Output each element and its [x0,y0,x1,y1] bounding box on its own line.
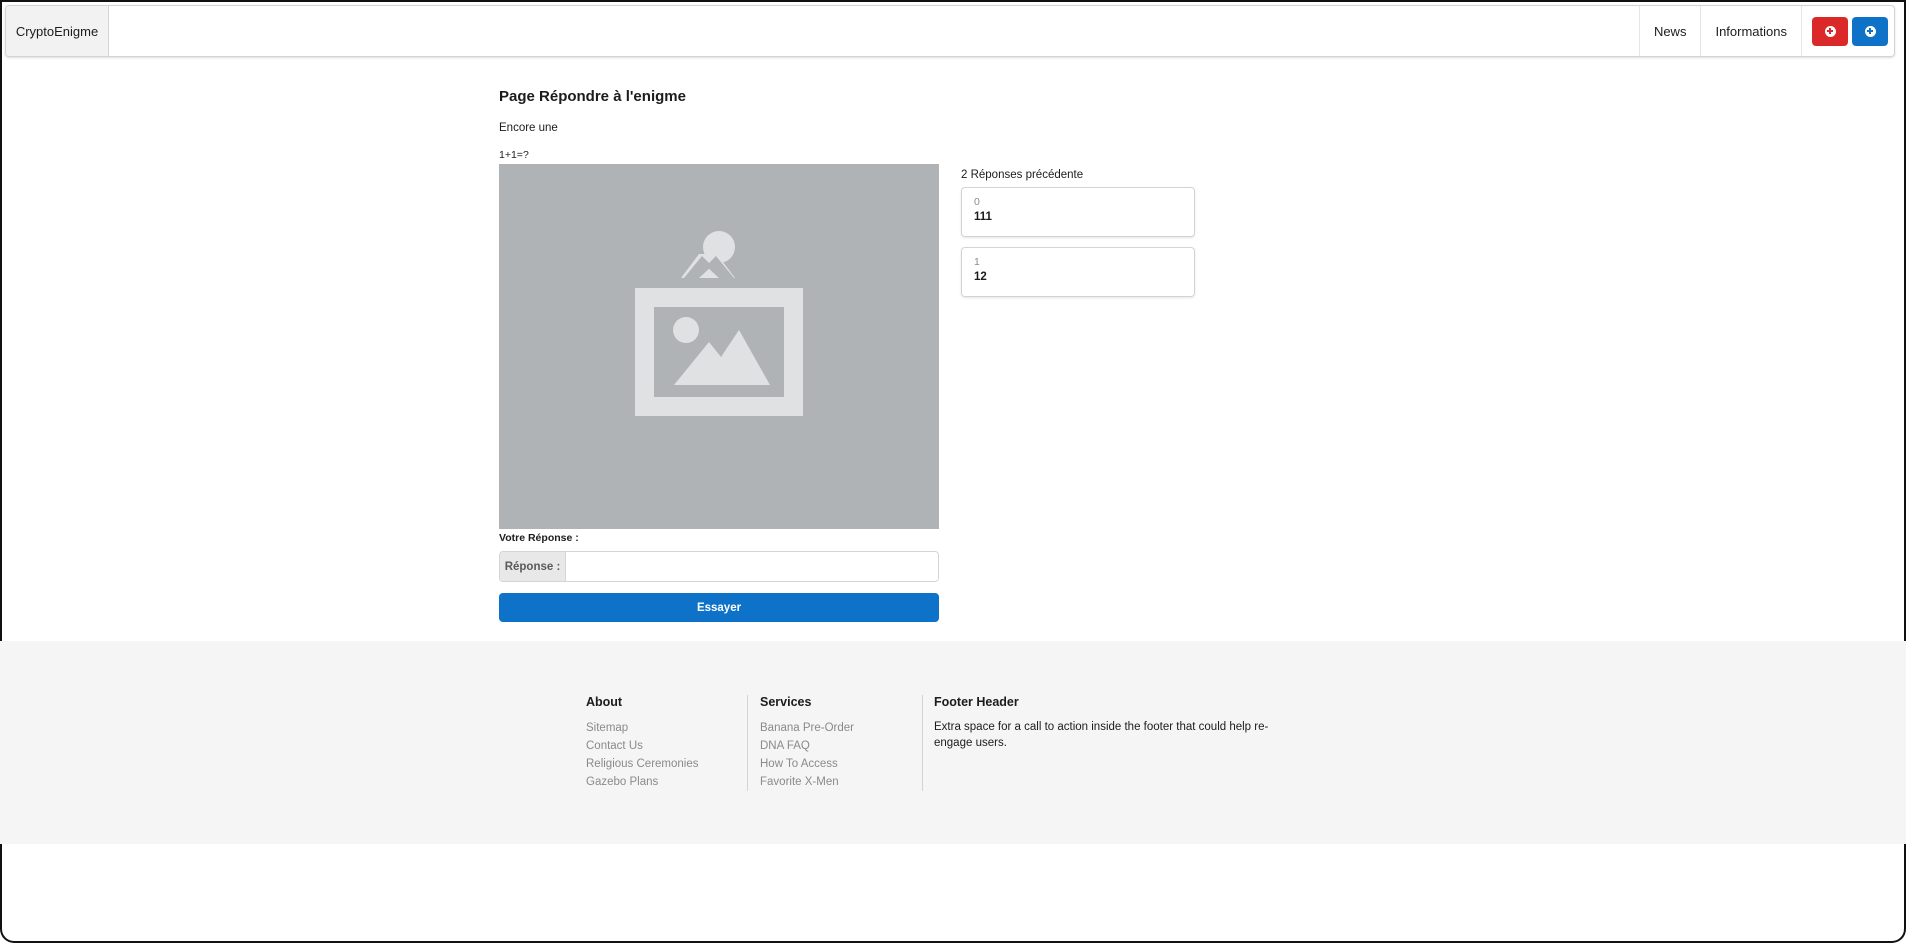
footer-link-favorite-x-men[interactable]: Favorite X-Men [760,773,922,791]
page-title: Page Répondre à l'enigme [499,88,686,105]
footer-link-gazebo-plans[interactable]: Gazebo Plans [586,773,746,791]
top-menu: CryptoEnigme News Informations [5,5,1895,57]
footer-link-religious-ceremonies[interactable]: Religious Ceremonies [586,755,746,773]
previous-answer-index: 0 [974,196,980,208]
footer-services-column: Services Banana Pre-Order DNA FAQ How To… [747,695,922,791]
answer-input[interactable] [566,552,938,581]
footer-extra-text: Extra space for a call to action inside … [934,721,1269,749]
footer-extra-heading: Footer Header [934,695,1019,709]
answer-input-label: Réponse : [500,552,566,581]
submit-answer-button[interactable]: Essayer [499,593,939,622]
previous-answer-index: 1 [974,256,980,268]
red-add-button[interactable] [1812,16,1848,46]
footer-link-how-to-access[interactable]: How To Access [760,755,922,773]
header-button-group [1802,6,1894,56]
previous-answer-card: 1 12 [961,247,1195,297]
previous-answers-column: 2 Réponses précédente 0 111 1 12 [961,165,1195,307]
main-content: Page Répondre à l'enigme Encore une 1+1=… [499,88,1259,622]
previous-answers-title: 2 Réponses précédente [961,169,1084,181]
plus-circle-icon [1824,25,1836,37]
image-placeholder-icon [635,231,803,416]
answer-input-group: Réponse : [499,551,939,582]
footer-about-heading: About [586,695,623,709]
answer-section-label: Votre Réponse : [499,532,579,544]
previous-answer-value: 111 [974,211,992,223]
blue-add-button[interactable] [1852,16,1888,46]
footer-link-sitemap[interactable]: Sitemap [586,719,746,737]
footer-link-contact-us[interactable]: Contact Us [586,737,746,755]
nav-item-news[interactable]: News [1638,6,1701,56]
menu-spacer [109,6,1639,56]
previous-answer-value: 12 [974,271,987,283]
enigma-subtitle: Encore une [499,122,558,134]
footer-about-column: About Sitemap Contact Us Religious Cerem… [586,695,746,791]
footer-link-banana-pre-order[interactable]: Banana Pre-Order [760,719,922,737]
plus-circle-icon [1864,25,1876,37]
brand-link[interactable]: CryptoEnigme [6,6,109,56]
nav-item-informations[interactable]: Informations [1700,6,1802,56]
enigma-image [499,164,939,529]
footer-services-heading: Services [760,695,812,709]
answer-column: Votre Réponse : Réponse : Essayer [499,164,939,622]
footer-link-dna-faq[interactable]: DNA FAQ [760,737,922,755]
footer-extra-column: Footer Header Extra space for a call to … [922,695,1302,791]
enigma-question: 1+1=? [499,149,529,161]
previous-answer-card: 0 111 [961,187,1195,237]
footer: About Sitemap Contact Us Religious Cerem… [0,641,1906,844]
